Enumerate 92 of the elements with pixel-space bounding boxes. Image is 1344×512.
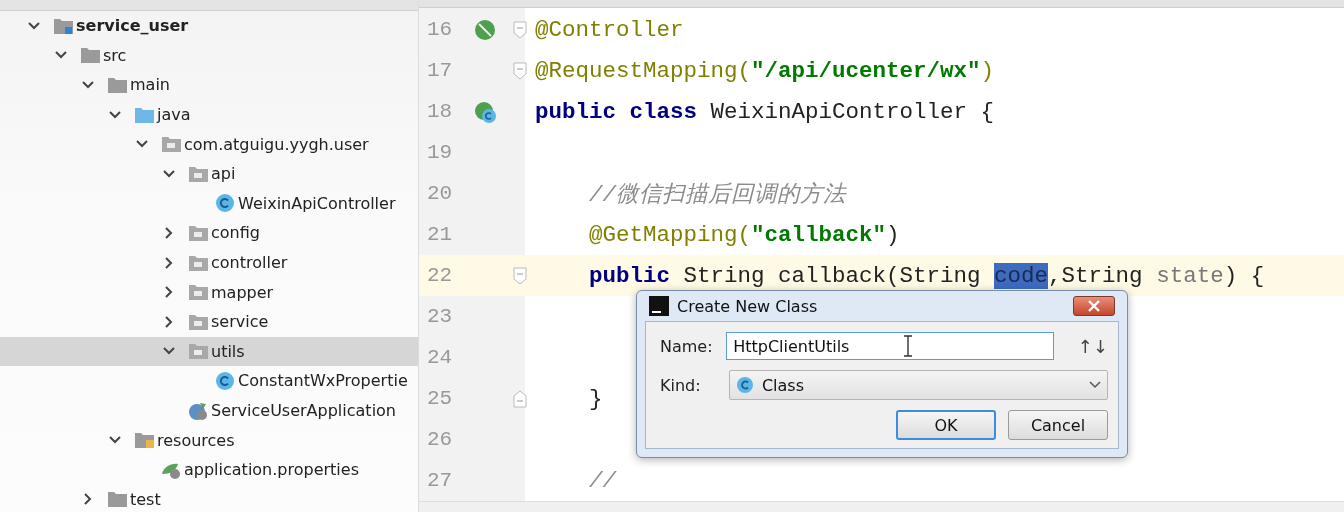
fold-marker-icon	[513, 20, 527, 39]
fold-marker-icon	[513, 389, 527, 408]
tree-item[interactable]: main	[0, 70, 418, 100]
tree-item-label: resources	[157, 430, 235, 450]
tree-item[interactable]: ConstantWxPropertie	[0, 366, 418, 396]
tree-item[interactable]: service	[0, 306, 418, 337]
code-token: state	[1156, 262, 1224, 289]
app-logo-icon	[649, 296, 669, 316]
line-number: 26	[426, 428, 454, 452]
package-icon	[161, 134, 182, 155]
field-label: Name:	[660, 336, 714, 356]
line-number: 20	[426, 182, 454, 206]
package-icon	[188, 282, 209, 303]
code-token: ,String	[1048, 262, 1144, 289]
line-number: 18	[426, 100, 454, 124]
class-icon	[215, 370, 236, 391]
ok-button[interactable]: OK	[896, 410, 996, 440]
selected-text: code	[994, 262, 1049, 289]
cancel-button[interactable]: Cancel	[1008, 410, 1108, 440]
tree-item[interactable]: WeixinApiController	[0, 188, 418, 219]
tree-item[interactable]: test	[0, 484, 418, 512]
tree-item-label: service	[211, 312, 269, 332]
sort-toggle[interactable]: ↑↓	[1077, 335, 1108, 357]
tree-item[interactable]: application.properties	[0, 454, 418, 485]
tree-item[interactable]: mapper	[0, 277, 418, 307]
code-token: ) {	[1223, 262, 1265, 289]
tree-item-label: ServiceUserApplication	[211, 401, 396, 420]
tree-item[interactable]: resources	[0, 425, 418, 455]
tree-item-label: test	[130, 489, 161, 509]
code-token: "callback"	[751, 221, 887, 248]
line-number: 22	[426, 264, 454, 288]
tree-item[interactable]: java	[0, 99, 418, 130]
tree-item-label: service_user	[76, 16, 189, 36]
class-icon	[735, 376, 754, 394]
code-token: )	[886, 221, 900, 248]
line-number: 25	[426, 387, 454, 411]
tree-item[interactable]: service_user	[0, 11, 418, 41]
code-token: //微信扫描后回调的方法	[588, 182, 846, 209]
tree-item-label: api	[211, 164, 236, 184]
tree-item-label: application.properties	[184, 460, 359, 480]
code-token: )	[980, 57, 995, 84]
code-token: @RequestMapping(	[535, 57, 752, 84]
code-token: public	[588, 262, 672, 289]
folder-icon	[107, 75, 128, 95]
tree-item-label: java	[157, 105, 191, 125]
field-label: Kind:	[660, 375, 702, 395]
fold-marker-icon	[513, 61, 527, 80]
close-button[interactable]	[1073, 296, 1115, 316]
package-icon	[188, 341, 209, 362]
code-token: @GetMapping(	[588, 221, 752, 248]
folder-icon	[80, 45, 101, 66]
class-icon	[215, 193, 236, 214]
fold-marker-icon	[513, 266, 527, 285]
spring-app-icon	[188, 400, 209, 421]
dialog-title: Create New Class	[677, 296, 819, 316]
tree-item-label: com.atguigu.yygh.user	[184, 134, 369, 154]
line-number: 21	[426, 223, 454, 247]
line-number: 24	[426, 346, 454, 370]
tree-item[interactable]: com.atguigu.yygh.user	[0, 129, 418, 159]
tree-item-label: ConstantWxPropertie	[238, 371, 408, 391]
line-number: 19	[426, 141, 454, 165]
tree-item-label: main	[130, 75, 170, 95]
tree-item-label: src	[103, 45, 127, 65]
tree-item-label: mapper	[211, 282, 274, 302]
tree-item-label: controller	[211, 253, 288, 273]
line-number: 17	[426, 59, 454, 83]
tree-item[interactable]: utils	[0, 336, 418, 367]
line-number: 27	[426, 469, 454, 493]
text-cursor-icon	[902, 335, 913, 357]
tree-item[interactable]: controller	[0, 247, 418, 278]
code-token: }	[588, 385, 603, 412]
code-token: "/api/ucenter/wx"	[751, 57, 981, 84]
code-token: WeixinApiController {	[710, 98, 995, 125]
tree-item-label: WeixinApiController	[238, 193, 396, 213]
close-icon	[1088, 300, 1100, 312]
tree-item-label: utils	[211, 341, 245, 361]
code-token: String callback(String	[683, 262, 982, 289]
folder-icon	[107, 489, 128, 510]
tree-item-label: config	[211, 223, 260, 243]
line-number: 16	[426, 18, 454, 42]
resources-folder-icon	[134, 430, 155, 451]
code-token: //	[588, 467, 616, 494]
tree-item[interactable]: src	[0, 40, 418, 71]
kind-dropdown[interactable]: Class	[728, 370, 1108, 400]
tree-item[interactable]: ServiceUserApplication	[0, 395, 418, 426]
tree-item[interactable]: api	[0, 158, 418, 189]
code-token: public class	[535, 98, 699, 125]
caret-down-icon	[1089, 381, 1101, 389]
code-token: @Controller	[535, 16, 684, 43]
name-input-field[interactable]: HttpClientUtils	[726, 332, 1054, 360]
tree-item[interactable]: config	[0, 218, 418, 248]
line-number: 23	[426, 305, 454, 329]
